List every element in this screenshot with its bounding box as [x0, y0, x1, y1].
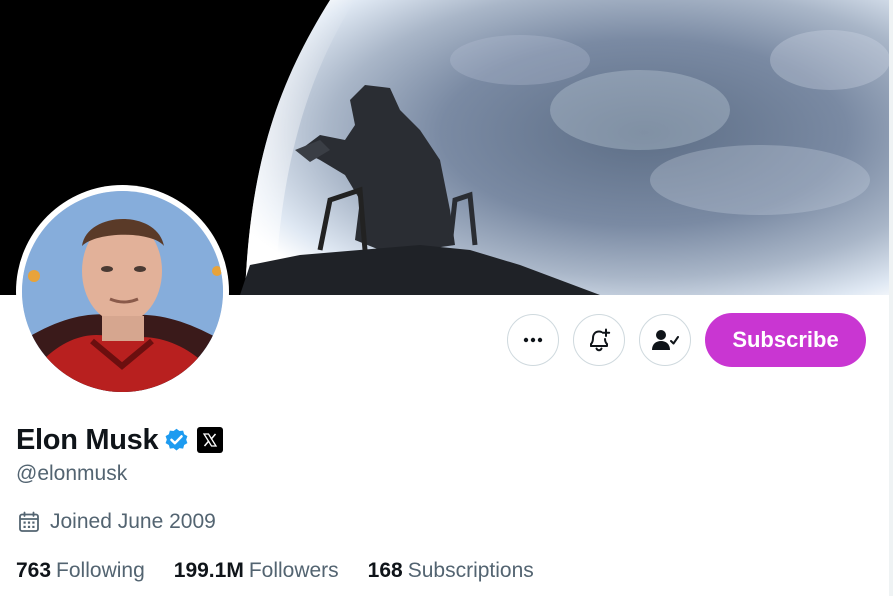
- subscribe-button[interactable]: Subscribe: [705, 313, 866, 367]
- more-button[interactable]: [507, 314, 559, 366]
- joined-date: Joined June 2009: [18, 510, 216, 534]
- avatar-image: [22, 191, 223, 392]
- notifications-button[interactable]: [573, 314, 625, 366]
- x-affiliation-icon[interactable]: [197, 427, 224, 453]
- profile-stats: 763 Following 199.1M Followers 168 Subscrip…: [16, 559, 563, 583]
- display-name: Elon Musk: [16, 423, 159, 456]
- following-label: Following: [56, 559, 145, 582]
- name-row: Elon Musk: [16, 420, 224, 460]
- joined-text: Joined June 2009: [50, 510, 216, 533]
- avatar[interactable]: [22, 191, 223, 392]
- bell-plus-icon: [590, 328, 611, 352]
- user-handle: @elonmusk: [16, 462, 128, 485]
- followers-count: 199.1M: [173, 559, 244, 582]
- following-link[interactable]: 763 Following: [16, 559, 145, 583]
- calendar-icon: [18, 511, 40, 533]
- more-icon: [523, 337, 543, 343]
- person-check-icon: [652, 330, 679, 350]
- avatar-ring[interactable]: [16, 185, 229, 398]
- subscriptions-label: Subscriptions: [407, 559, 534, 582]
- followers-label: Followers: [248, 559, 339, 582]
- followers-link[interactable]: 199.1M Followers: [174, 559, 339, 583]
- subscriptions-link[interactable]: 168 Subscriptions: [368, 559, 534, 583]
- following-button[interactable]: [639, 314, 691, 366]
- scrollbar-edge: [889, 0, 893, 596]
- verified-badge-icon[interactable]: [163, 427, 190, 454]
- subscriptions-count: 168: [367, 559, 403, 582]
- following-count: 763: [16, 559, 52, 582]
